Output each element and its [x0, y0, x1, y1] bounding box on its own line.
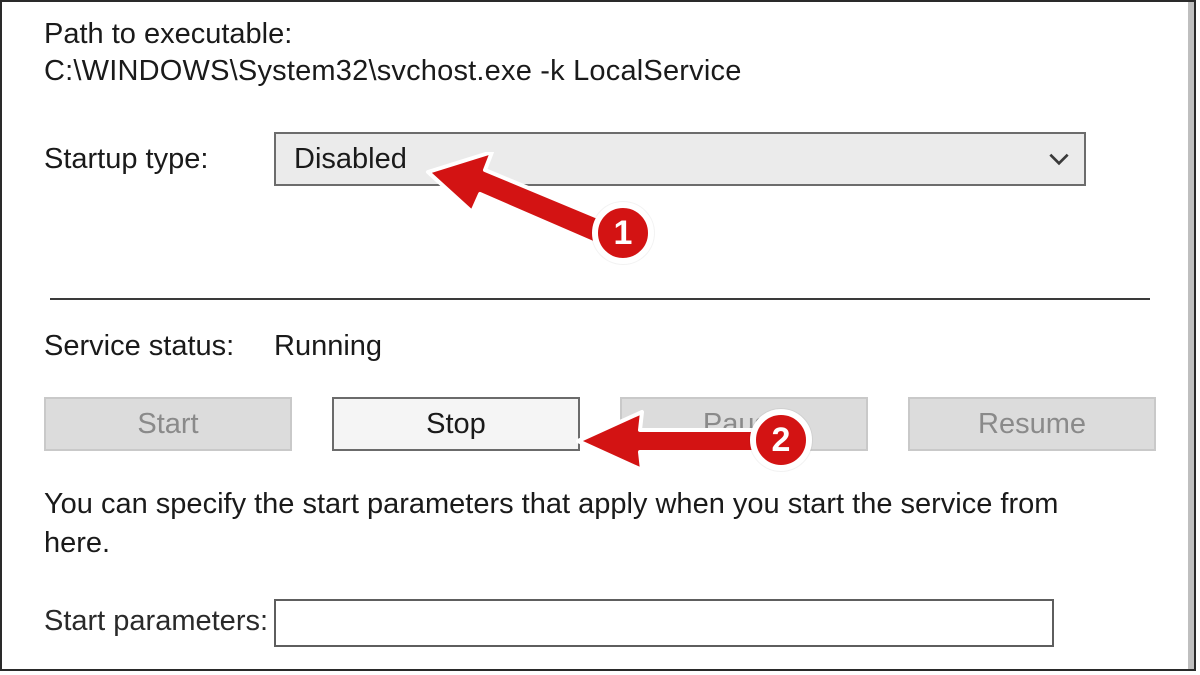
path-label: Path to executable: — [44, 18, 1156, 51]
startup-type-label: Startup type: — [44, 143, 274, 176]
stop-button[interactable]: Stop — [332, 397, 580, 451]
start-button: Start — [44, 397, 292, 451]
path-value: C:\WINDOWS\System32\svchost.exe -k Local… — [44, 55, 1156, 88]
service-status-label: Service status: — [44, 330, 274, 363]
pause-button: Pause — [620, 397, 868, 451]
start-parameters-input[interactable] — [274, 599, 1054, 647]
start-params-description: You can specify the start parameters tha… — [44, 485, 1104, 563]
service-properties-panel: Path to executable: C:\WINDOWS\System32\… — [0, 0, 1196, 671]
startup-type-dropdown[interactable]: Disabled — [274, 132, 1086, 186]
start-parameters-label: Start parameters: — [44, 599, 274, 638]
divider — [50, 298, 1150, 300]
resume-button: Resume — [908, 397, 1156, 451]
startup-type-selected: Disabled — [294, 143, 407, 176]
service-status-value: Running — [274, 330, 382, 363]
chevron-down-icon — [1046, 146, 1072, 172]
